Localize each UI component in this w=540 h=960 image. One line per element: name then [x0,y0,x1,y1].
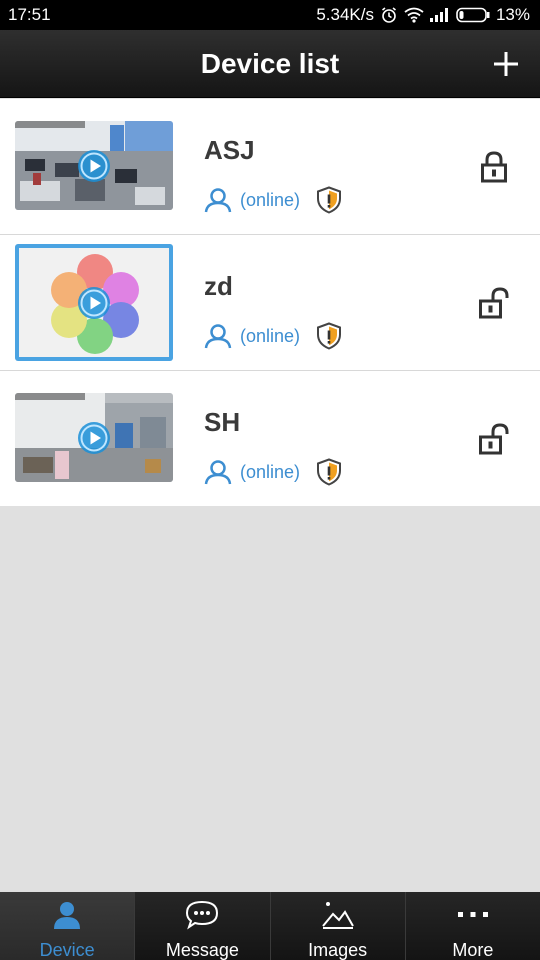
signal-icon [429,8,450,22]
tab-label: Images [308,940,368,960]
play-icon [78,286,110,319]
alarm-icon [380,6,398,24]
status-right: 5.34K/s 13% [316,5,530,25]
lock-closed-icon [481,151,507,183]
chat-bubble-icon [186,900,219,930]
wifi-icon [404,7,424,23]
person-icon [54,902,81,929]
tab-message[interactable]: Message [134,892,270,960]
app-root: 17:51 5.34K/s 13% Device list ASJ (onlin… [0,0,540,960]
device-list: ASJ (online) zd (online) SH (online) [0,99,540,506]
play-icon [78,421,110,454]
device-thumbnail[interactable] [15,121,173,210]
battery-icon [456,7,490,23]
tab-more[interactable]: More [404,892,540,960]
tab-label: More [452,940,494,960]
lock-button[interactable] [478,421,510,457]
plus-icon [494,52,518,76]
device-status-line: (online) [204,321,342,351]
add-device-button[interactable] [488,46,524,82]
bottom-tab-bar: Device Message Images More [0,892,540,960]
device-status: (online) [240,325,301,346]
tab-images[interactable]: Images [269,892,405,960]
lock-open-icon [479,423,509,455]
network-speed: 5.34K/s [316,5,374,24]
device-row[interactable]: zd (online) [0,235,540,371]
device-status: (online) [240,189,301,210]
title-bar: Device list [0,30,540,98]
tab-label: Message [165,940,239,960]
device-name: SH [204,407,241,437]
device-status-line: (online) [204,457,342,487]
device-row[interactable]: SH (online) [0,371,540,506]
device-thumbnail[interactable] [15,393,173,482]
shield-warning-icon [317,186,342,214]
play-icon [78,149,110,182]
ellipsis-icon [457,912,488,917]
tab-device[interactable]: Device [0,892,135,960]
device-status-line: (online) [204,185,342,215]
status-time: 17:51 [8,5,51,24]
tab-label: Device [39,940,95,960]
device-status: (online) [240,461,301,482]
device-name: zd [204,271,233,301]
user-icon [204,188,232,213]
device-thumbnail[interactable] [15,244,173,361]
lock-button[interactable] [478,285,510,321]
lock-button[interactable] [478,149,510,185]
status-bar: 17:51 5.34K/s 13% [0,0,540,30]
shield-warning-icon [317,458,342,486]
shield-warning-icon [317,322,342,350]
lock-open-icon [479,287,509,319]
mountain-image-icon [321,902,354,929]
page-title: Device list [200,48,340,79]
battery-level: 13% [495,5,530,24]
device-name: ASJ [204,135,255,165]
user-icon [204,324,232,349]
device-row[interactable]: ASJ (online) [0,99,540,235]
user-icon [204,460,232,485]
